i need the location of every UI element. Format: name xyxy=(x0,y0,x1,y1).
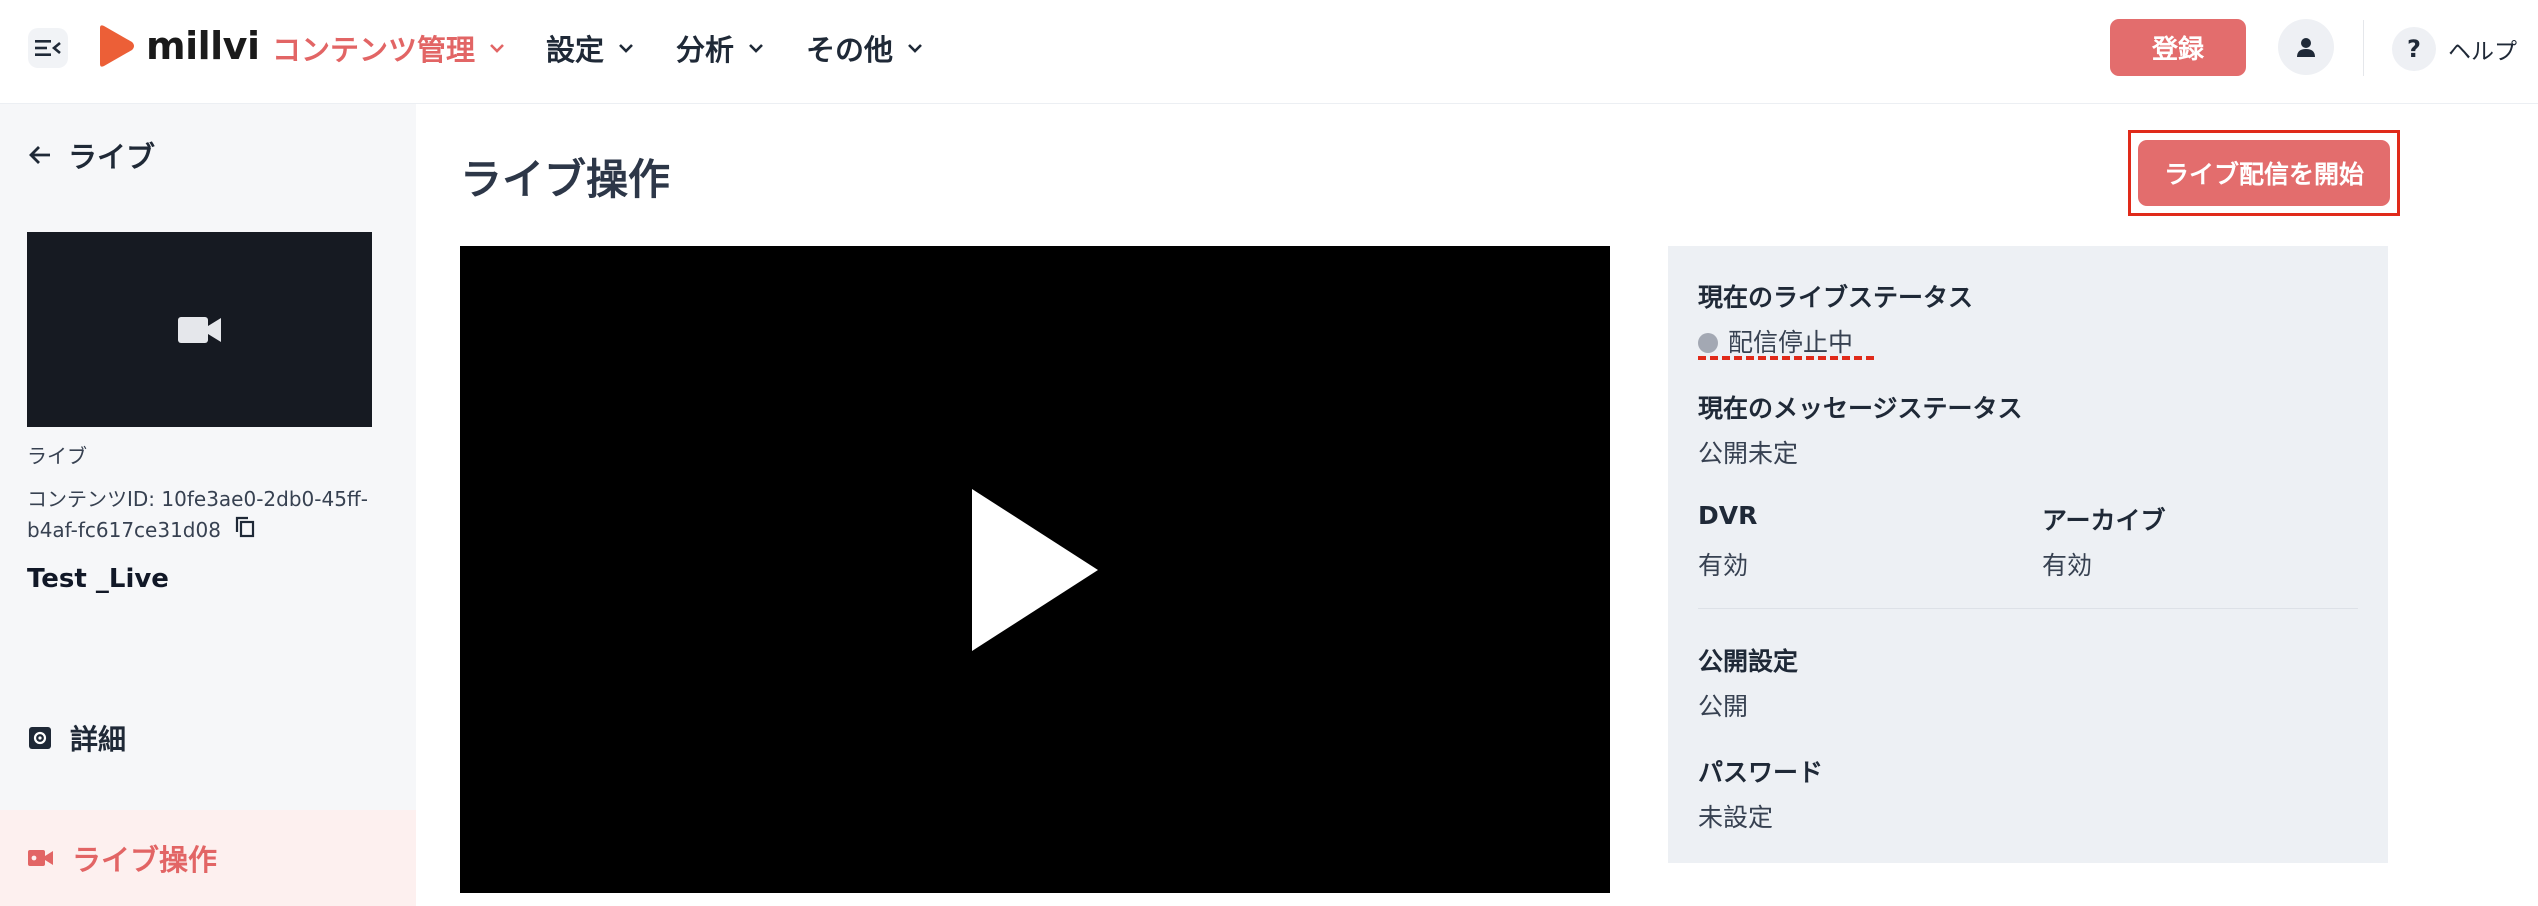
header-divider xyxy=(2363,20,2364,76)
live-status-text: 配信停止中 xyxy=(1728,328,1854,357)
video-camera-icon xyxy=(28,850,53,866)
message-status-label: 現在のメッセージステータス xyxy=(1698,394,2023,423)
help-label: ヘルプ xyxy=(2448,39,2517,65)
content-id-text: コンテンツID: 10fe3ae0-2db0-45ff-b4af-fc617ce… xyxy=(27,487,368,542)
live-status-value: 配信停止中 xyxy=(1698,323,1853,359)
copy-icon[interactable] xyxy=(235,516,255,547)
content-id: コンテンツID: 10fe3ae0-2db0-45ff-b4af-fc617ce… xyxy=(27,484,387,547)
help-link[interactable]: ? ヘルプ xyxy=(2392,26,2517,72)
archive-label: アーカイブ xyxy=(2042,506,2166,535)
status-underline-annotation xyxy=(1698,356,1874,360)
sidebar: ライブ ライブ コンテンツID: 10fe3ae0-2db0-45ff-b4af… xyxy=(0,104,416,906)
message-status-value: 公開未定 xyxy=(1698,439,1799,468)
live-status-label: 現在のライブステータス xyxy=(1698,283,1974,312)
archive-value: 有効 xyxy=(2042,551,2093,580)
start-live-button[interactable]: ライブ配信を開始 xyxy=(2138,140,2390,206)
nav-analytics[interactable]: 分析 xyxy=(676,26,764,70)
page-title: ライブ操作 xyxy=(460,155,671,204)
chevron-down-icon xyxy=(490,44,504,53)
start-button-highlight: ライブ配信を開始 xyxy=(2128,130,2400,216)
nav-other[interactable]: その他 xyxy=(806,26,923,70)
menu-toggle-button[interactable] xyxy=(28,28,68,68)
password-label: パスワード xyxy=(1698,758,1824,787)
nav-content-management[interactable]: コンテンツ管理 xyxy=(272,26,505,70)
publish-setting-value: 公開 xyxy=(1698,692,1749,721)
dvr-label: DVR xyxy=(1698,501,1758,530)
status-panel: 現在のライブステータス 配信停止中 現在のメッセージステータス 公開未定 DVR… xyxy=(1668,246,2388,863)
sidebar-item-label: ライブ操作 xyxy=(72,843,218,877)
back-label: ライブ xyxy=(68,140,156,174)
chevron-down-icon xyxy=(908,44,922,53)
nav-label: 設定 xyxy=(546,33,605,67)
sidebar-item-live-operation[interactable]: ライブ操作 xyxy=(0,810,416,906)
nav-label: コンテンツ管理 xyxy=(272,33,476,67)
play-logo-icon xyxy=(100,25,134,67)
question-mark-icon: ? xyxy=(2392,27,2436,71)
register-button[interactable]: 登録 xyxy=(2110,19,2246,76)
chevron-down-icon xyxy=(619,44,633,53)
back-link[interactable]: ライブ xyxy=(28,134,155,176)
nav-settings[interactable]: 設定 xyxy=(546,26,634,70)
status-dot xyxy=(1698,333,1718,353)
password-value: 未設定 xyxy=(1698,803,1774,832)
content-type: ライブ xyxy=(27,444,87,468)
user-icon xyxy=(2297,38,2315,57)
content-name: Test _Live xyxy=(27,564,169,594)
logo-text: millvi xyxy=(146,24,260,68)
nav-label: その他 xyxy=(806,33,894,67)
panel-divider xyxy=(1698,608,2358,609)
video-player[interactable] xyxy=(460,246,1610,893)
sidebar-item-label: 詳細 xyxy=(70,723,127,756)
sidebar-item-details[interactable]: 詳細 xyxy=(28,718,126,758)
collapse-menu-icon xyxy=(35,40,61,56)
nav-label: 分析 xyxy=(676,33,735,67)
arrow-left-icon xyxy=(29,146,50,164)
publish-setting-label: 公開設定 xyxy=(1698,647,1799,676)
chevron-down-icon xyxy=(749,44,763,53)
content-thumbnail xyxy=(27,232,372,427)
play-icon[interactable] xyxy=(972,488,1098,651)
app-logo[interactable]: millvi xyxy=(96,22,260,70)
dvr-value: 有効 xyxy=(1698,551,1749,580)
video-camera-icon xyxy=(177,316,221,343)
user-avatar-button[interactable] xyxy=(2278,19,2334,75)
gear-icon xyxy=(29,727,51,749)
top-header: millvi コンテンツ管理 設定 分析 その他 登録 ? ヘルプ xyxy=(0,0,2538,104)
